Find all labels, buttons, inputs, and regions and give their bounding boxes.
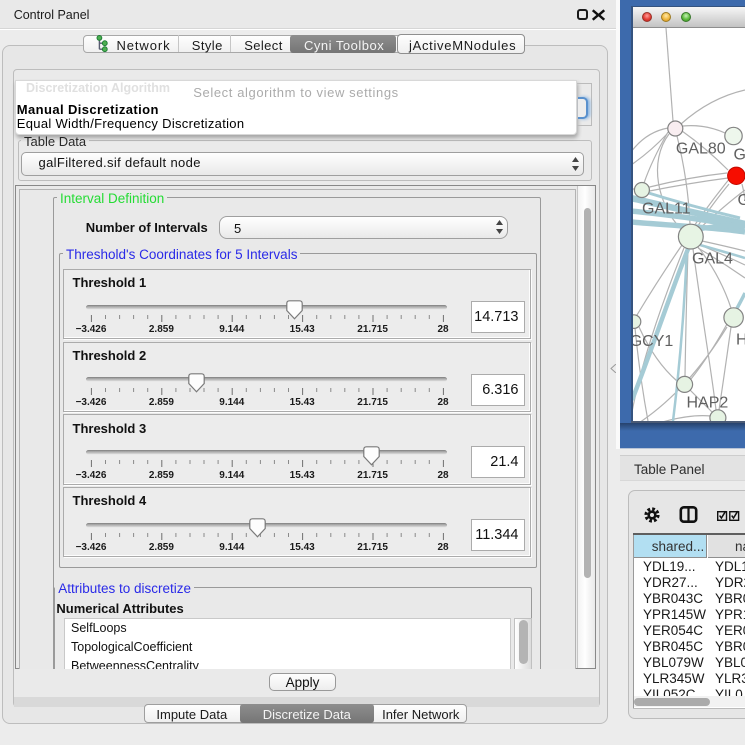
svg-text:GA: GA [734, 147, 745, 164]
svg-text:GAL4: GAL4 [692, 251, 733, 268]
svg-text:HAP2: HAP2 [687, 395, 729, 412]
svg-text:GCY1: GCY1 [633, 333, 673, 350]
svg-text:H: H [736, 332, 745, 349]
svg-text:GAL11: GAL11 [642, 201, 691, 218]
svg-text:GAL80: GAL80 [676, 140, 726, 157]
svg-text:G: G [738, 192, 745, 209]
